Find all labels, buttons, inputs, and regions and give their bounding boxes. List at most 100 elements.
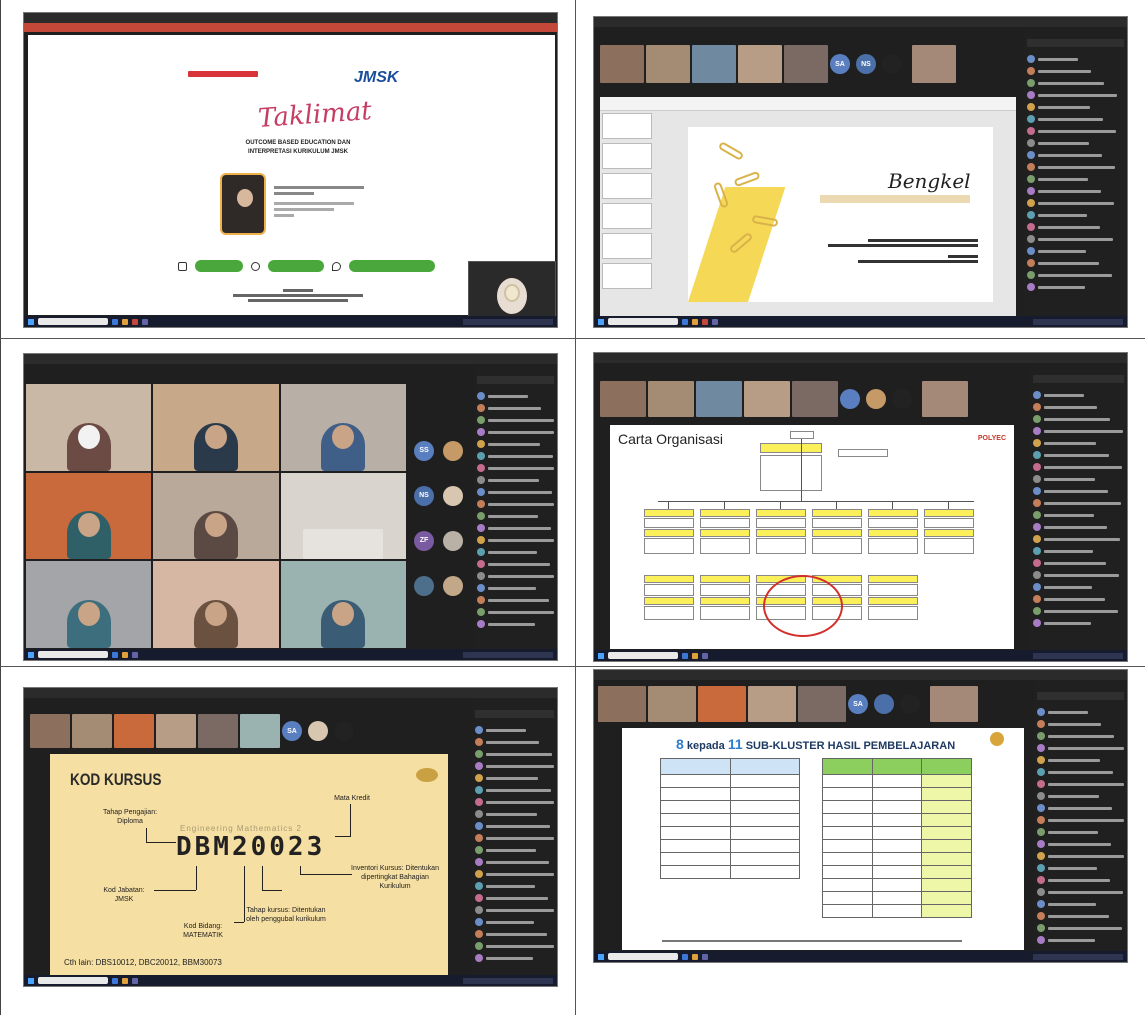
- participant-row[interactable]: [1033, 593, 1124, 605]
- participant-row[interactable]: [477, 390, 554, 402]
- participant-row[interactable]: [475, 952, 554, 964]
- participant-row[interactable]: [1027, 77, 1124, 89]
- participant-row[interactable]: [477, 474, 554, 486]
- participant-row[interactable]: [1033, 533, 1124, 545]
- participant-row[interactable]: [477, 618, 554, 630]
- participant-row[interactable]: [1033, 509, 1124, 521]
- participant-row[interactable]: [477, 402, 554, 414]
- participants-search[interactable]: [1027, 39, 1124, 47]
- taskbar-app-icon[interactable]: [122, 318, 128, 325]
- participant-row[interactable]: [475, 856, 554, 868]
- participant-row[interactable]: [1027, 197, 1124, 209]
- slide-thumbnail[interactable]: [602, 113, 652, 139]
- participant-row[interactable]: [1033, 557, 1124, 569]
- participant-row[interactable]: [1027, 101, 1124, 113]
- participant-row[interactable]: [1027, 245, 1124, 257]
- participant-row[interactable]: [477, 606, 554, 618]
- taskbar-app-icon[interactable]: [682, 953, 688, 960]
- participant-row[interactable]: [1037, 790, 1124, 802]
- participant-row[interactable]: [475, 736, 554, 748]
- slide-thumbnail[interactable]: [602, 143, 652, 169]
- participant-row[interactable]: [1027, 221, 1124, 233]
- participant-row[interactable]: [477, 570, 554, 582]
- participant-row[interactable]: [1027, 233, 1124, 245]
- participant-row[interactable]: [477, 582, 554, 594]
- participant-row[interactable]: [475, 748, 554, 760]
- taskbar-app-icon[interactable]: [702, 652, 708, 659]
- participant-row[interactable]: [1037, 838, 1124, 850]
- participant-row[interactable]: [1033, 473, 1124, 485]
- taskbar-app-icon[interactable]: [132, 651, 138, 658]
- participant-row[interactable]: [1027, 53, 1124, 65]
- participant-row[interactable]: [1037, 766, 1124, 778]
- taskbar-app-icon[interactable]: [692, 953, 698, 960]
- participant-row[interactable]: [477, 486, 554, 498]
- taskbar-app-icon[interactable]: [702, 953, 708, 960]
- taskbar-app-icon[interactable]: [122, 651, 128, 658]
- participant-row[interactable]: [475, 916, 554, 928]
- start-icon[interactable]: [28, 318, 34, 325]
- participant-row[interactable]: [477, 438, 554, 450]
- participant-row[interactable]: [1033, 437, 1124, 449]
- participant-row[interactable]: [1033, 389, 1124, 401]
- participant-row[interactable]: [1027, 65, 1124, 77]
- participant-row[interactable]: [477, 462, 554, 474]
- participant-row[interactable]: [1037, 730, 1124, 742]
- taskbar-app-icon[interactable]: [122, 977, 128, 984]
- participant-row[interactable]: [1027, 281, 1124, 293]
- participant-row[interactable]: [1037, 778, 1124, 790]
- participants-search[interactable]: [477, 376, 554, 384]
- slide-thumbnail[interactable]: [602, 233, 652, 259]
- participant-row[interactable]: [1037, 922, 1124, 934]
- participant-row[interactable]: [477, 534, 554, 546]
- participant-row[interactable]: [1037, 910, 1124, 922]
- taskbar-app-icon[interactable]: [132, 318, 138, 325]
- taskbar-app-icon[interactable]: [142, 318, 148, 325]
- participant-row[interactable]: [1033, 605, 1124, 617]
- participant-row[interactable]: [475, 844, 554, 856]
- participant-row[interactable]: [1027, 173, 1124, 185]
- participant-row[interactable]: [1033, 617, 1124, 629]
- participant-row[interactable]: [1033, 413, 1124, 425]
- participant-row[interactable]: [477, 546, 554, 558]
- participant-row[interactable]: [475, 760, 554, 772]
- participant-row[interactable]: [475, 892, 554, 904]
- participant-row[interactable]: [1027, 257, 1124, 269]
- participant-row[interactable]: [1033, 569, 1124, 581]
- start-icon[interactable]: [598, 318, 604, 325]
- participant-row[interactable]: [1037, 850, 1124, 862]
- participant-row[interactable]: [475, 868, 554, 880]
- slide-thumbnail[interactable]: [602, 263, 652, 289]
- participant-row[interactable]: [1033, 425, 1124, 437]
- start-icon[interactable]: [598, 652, 604, 659]
- taskbar-search[interactable]: [38, 651, 108, 658]
- taskbar-search[interactable]: [38, 318, 108, 325]
- participant-row[interactable]: [1037, 886, 1124, 898]
- participant-row[interactable]: [1033, 485, 1124, 497]
- participant-row[interactable]: [1037, 814, 1124, 826]
- participant-row[interactable]: [1033, 521, 1124, 533]
- taskbar-app-icon[interactable]: [112, 318, 118, 325]
- taskbar-search[interactable]: [608, 953, 678, 960]
- participant-row[interactable]: [475, 784, 554, 796]
- participant-row[interactable]: [477, 510, 554, 522]
- participant-row[interactable]: [1027, 113, 1124, 125]
- participant-row[interactable]: [477, 558, 554, 570]
- participants-search[interactable]: [1037, 692, 1124, 700]
- participants-search[interactable]: [1033, 375, 1124, 383]
- participant-row[interactable]: [1037, 754, 1124, 766]
- participant-row[interactable]: [475, 724, 554, 736]
- participant-row[interactable]: [1033, 449, 1124, 461]
- participant-row[interactable]: [1027, 137, 1124, 149]
- participant-row[interactable]: [1033, 401, 1124, 413]
- participant-row[interactable]: [477, 426, 554, 438]
- participant-row[interactable]: [1037, 802, 1124, 814]
- slide-thumbnail[interactable]: [602, 173, 652, 199]
- participant-row[interactable]: [475, 904, 554, 916]
- taskbar-app-icon[interactable]: [692, 652, 698, 659]
- participant-row[interactable]: [475, 880, 554, 892]
- participant-row[interactable]: [1027, 269, 1124, 281]
- participant-row[interactable]: [1033, 545, 1124, 557]
- participant-row[interactable]: [475, 928, 554, 940]
- participant-row[interactable]: [1027, 209, 1124, 221]
